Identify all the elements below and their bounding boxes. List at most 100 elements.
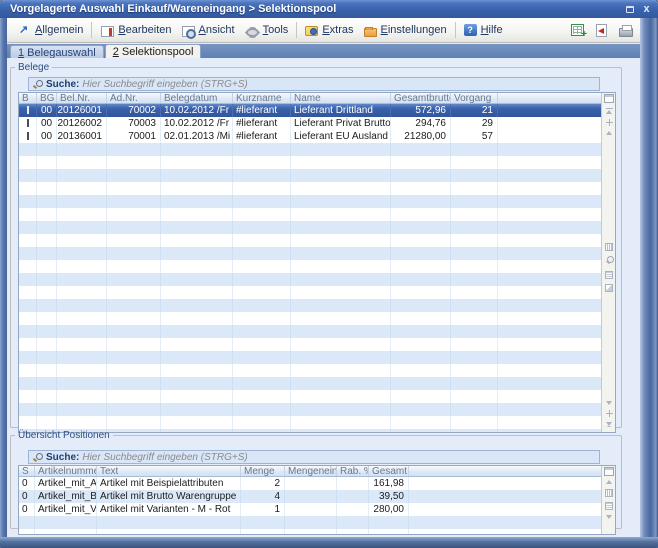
menu-item-bearbeiten[interactable]: Bearbeiten bbox=[95, 22, 176, 38]
scroll-down-icon[interactable] bbox=[606, 515, 612, 519]
column-header-bel-nr[interactable]: Bel.Nr. bbox=[57, 93, 107, 103]
column-header-name[interactable]: Name bbox=[291, 93, 391, 103]
empty-cell bbox=[391, 403, 451, 416]
column-header-s[interactable]: S bbox=[19, 466, 35, 476]
scroll-up-icon[interactable] bbox=[606, 131, 612, 135]
column-chooser-icon[interactable] bbox=[604, 467, 614, 476]
cell-gesamtbrutto: 294,76 bbox=[391, 117, 451, 130]
empty-cell bbox=[37, 364, 57, 377]
empty-cell bbox=[451, 143, 498, 156]
empty-cell bbox=[19, 247, 37, 260]
empty-cell bbox=[391, 234, 451, 247]
sum-icon[interactable] bbox=[605, 502, 613, 510]
pane-icon[interactable] bbox=[605, 489, 613, 497]
empty-cell bbox=[451, 156, 498, 169]
empty-cell bbox=[369, 516, 409, 529]
column-header-text[interactable]: Text bbox=[97, 466, 241, 476]
menu-item-tools[interactable]: Tools bbox=[240, 22, 294, 38]
close-glyph: x bbox=[643, 4, 649, 14]
tab-2-selektionspool[interactable]: 2 Selektionspool bbox=[105, 44, 202, 58]
cell-filler bbox=[498, 195, 601, 208]
cell-filler bbox=[498, 234, 601, 247]
scroll-up-icon[interactable] bbox=[606, 480, 612, 484]
scroll-down-icon[interactable] bbox=[606, 401, 612, 405]
column-header-b[interactable]: B bbox=[19, 93, 37, 103]
column-header-rab[interactable]: Rab. % bbox=[337, 466, 369, 476]
table-row[interactable]: 0Artikel_mit_AttributenArtikel mit Beisp… bbox=[19, 477, 601, 490]
filter-icon[interactable] bbox=[605, 284, 613, 292]
column-header-ad-nr[interactable]: Ad.Nr. bbox=[107, 93, 161, 103]
column-header-gesamt[interactable]: Gesamt € bbox=[369, 466, 409, 476]
cell-kurzname: #lieferant bbox=[233, 104, 291, 117]
table-row[interactable]: 0Artikel_mit_Varianten.Artikel mit Varia… bbox=[19, 503, 601, 516]
empty-row bbox=[19, 403, 601, 416]
empty-cell bbox=[19, 299, 37, 312]
print-icon[interactable] bbox=[615, 21, 636, 40]
cell-ad-nr: 70003 bbox=[107, 117, 161, 130]
sum-icon[interactable] bbox=[605, 271, 613, 279]
plus-icon[interactable] bbox=[606, 410, 613, 417]
plus-icon[interactable] bbox=[606, 119, 613, 126]
column-header-kurzname[interactable]: Kurzname bbox=[233, 93, 291, 103]
close-icon[interactable]: x bbox=[639, 3, 654, 16]
export-icon[interactable] bbox=[591, 21, 612, 40]
cell-bel-nr: 20126001 bbox=[57, 104, 107, 117]
table-row[interactable]: 00201260017000210.02.2012 /Fr#lieferantL… bbox=[19, 104, 601, 117]
cell-vorgang: 21 bbox=[451, 104, 498, 117]
titlebar[interactable]: Vorgelagerte Auswahl Einkauf/Wareneingan… bbox=[0, 0, 658, 18]
belege-group-label: Belege bbox=[15, 62, 52, 73]
empty-cell bbox=[451, 182, 498, 195]
menu-item-allgemein[interactable]: Allgemein bbox=[13, 22, 88, 39]
tab-1-belegauswahl[interactable]: 1 Belegauswahl bbox=[10, 45, 104, 58]
column-header-vorgang[interactable]: Vorgang bbox=[451, 93, 498, 103]
empty-cell bbox=[241, 529, 285, 534]
empty-cell bbox=[35, 516, 97, 529]
positionen-grid-sidebar bbox=[601, 466, 615, 534]
menu-item-hilfe[interactable]: Hilfe bbox=[459, 22, 508, 38]
scroll-bottom-icon[interactable] bbox=[606, 422, 613, 428]
menu-item-label: Extras bbox=[322, 24, 353, 36]
column-header-belegdatum[interactable]: Belegdatum bbox=[161, 93, 233, 103]
empty-cell bbox=[391, 247, 451, 260]
empty-cell bbox=[37, 286, 57, 299]
nav-arrow-icon bbox=[18, 24, 31, 37]
document-state-mark bbox=[27, 132, 29, 140]
window-frame-right[interactable] bbox=[640, 18, 658, 537]
scroll-down-icon-glyph bbox=[606, 515, 612, 519]
pane-icon[interactable] bbox=[605, 243, 613, 251]
column-chooser-icon[interactable] bbox=[604, 94, 614, 103]
restore-icon[interactable] bbox=[622, 3, 637, 16]
window-controls: x bbox=[622, 3, 654, 16]
cell-artikelnummer: Artikel_mit_Brutto_W( bbox=[35, 490, 97, 503]
magnifier-icon[interactable] bbox=[605, 256, 614, 266]
menu-item-ansicht[interactable]: Ansicht bbox=[177, 22, 240, 38]
belege-group: Belege Suche: BBGBel.Nr.Ad.Nr.Belegdatum… bbox=[10, 62, 622, 428]
excel-export-icon[interactable] bbox=[567, 21, 588, 40]
column-header-bg[interactable]: BG bbox=[37, 93, 57, 103]
empty-cell bbox=[37, 221, 57, 234]
tabs: 1 Belegauswahl2 Selektionspool bbox=[10, 44, 202, 58]
search-input[interactable] bbox=[82, 451, 596, 463]
empty-cell bbox=[107, 416, 161, 429]
empty-cell bbox=[391, 273, 451, 286]
table-row[interactable]: 00201260027000310.02.2012 /Fr#lieferantL… bbox=[19, 117, 601, 130]
empty-cell bbox=[161, 143, 233, 156]
search-input[interactable] bbox=[82, 78, 596, 90]
grid-sidebar-buttons bbox=[602, 108, 616, 135]
column-header-mengeneinheit[interactable]: Mengeneinheit bbox=[285, 466, 337, 476]
column-header-menge[interactable]: Menge bbox=[241, 466, 285, 476]
scroll-top-icon[interactable] bbox=[606, 108, 613, 114]
empty-cell bbox=[57, 286, 107, 299]
empty-cell bbox=[161, 416, 233, 429]
cell-filler bbox=[498, 312, 601, 325]
empty-cell bbox=[291, 273, 391, 286]
menu-item-extras[interactable]: Extras bbox=[300, 22, 358, 38]
menu-item-einstellungen[interactable]: Einstellungen bbox=[359, 22, 452, 38]
column-header-gesamtbrutto[interactable]: Gesamtbrutto bbox=[391, 93, 451, 103]
positionen-search-bar[interactable]: Suche: bbox=[28, 450, 600, 464]
empty-cell bbox=[107, 338, 161, 351]
belege-search-bar[interactable]: Suche: bbox=[28, 77, 600, 91]
table-row[interactable]: 00201360017000102.01.2013 /Mi#lieferantL… bbox=[19, 130, 601, 143]
column-header-artikelnummer[interactable]: Artikelnummer bbox=[35, 466, 97, 476]
table-row[interactable]: 0Artikel_mit_Brutto_W(Artikel mit Brutto… bbox=[19, 490, 601, 503]
